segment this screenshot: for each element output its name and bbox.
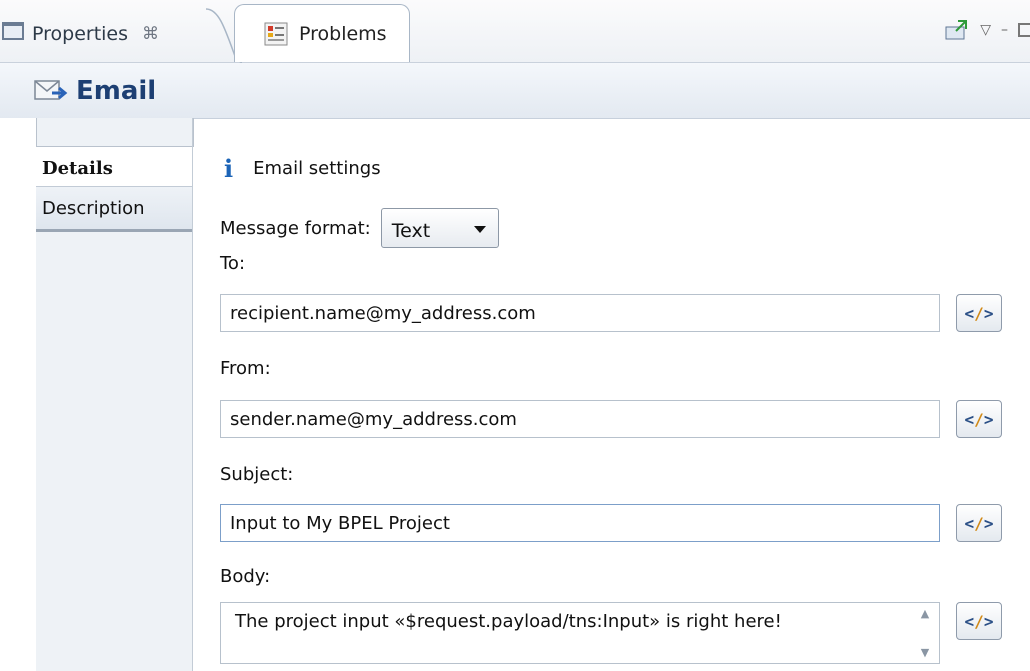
message-format-value: Text [391,220,431,242]
tab-properties[interactable]: Properties ⌘ [0,6,236,62]
to-value: recipient.name@my_address.com [230,302,536,324]
properties-icon [2,22,24,40]
scroll-up-icon[interactable]: ▲ [921,607,929,620]
section-title: Email settings [253,158,381,179]
view-toolbar: ▽ – [944,10,1030,50]
from-field[interactable]: sender.name@my_address.com [220,400,940,438]
message-format-select[interactable]: Text [380,208,499,248]
tab-details-label: Details [42,157,113,179]
tab-problems-label: Problems [299,22,387,45]
body-textarea[interactable]: The project input «$request.payload/tns:… [220,602,940,664]
from-expression-button[interactable]: </> [956,400,1002,438]
minimize-icon[interactable]: – [1001,22,1008,38]
body-expression-button[interactable]: </> [956,602,1002,640]
subject-label: Subject: [220,464,294,485]
tab-stub [36,118,194,147]
xml-expression-icon: </> [964,303,994,323]
tab-column-border [192,118,193,671]
to-label: To: [220,253,246,274]
xml-expression-icon: </> [964,611,994,631]
from-label: From: [220,358,271,379]
section-header: i Email settings [220,154,381,183]
subject-field[interactable]: Input to My BPEL Project [220,504,940,542]
tab-details[interactable]: Details [36,148,193,188]
properties-header: Email [0,63,1030,119]
to-field[interactable]: recipient.name@my_address.com [220,294,940,332]
section-tabs: Details Description [0,118,194,671]
body-scrollbar[interactable]: ▲ ▼ [917,607,933,659]
xml-expression-icon: </> [964,409,994,429]
tab-properties-label: Properties [32,23,129,45]
tab-description-label: Description [42,197,145,219]
scroll-down-icon[interactable]: ▼ [921,646,929,659]
message-format-row: Message format: Text [220,208,499,248]
tab-problems[interactable]: Problems [234,4,410,62]
problems-icon [264,22,288,45]
tab-description[interactable]: Description [36,186,193,232]
subject-value: Input to My BPEL Project [230,512,450,534]
tab-column-background [36,232,192,671]
to-expression-button[interactable]: </> [956,294,1002,332]
message-format-label: Message format: [220,217,371,239]
xml-expression-icon: </> [964,513,994,533]
view-menu-icon[interactable]: ▽ [980,22,991,38]
maximize-icon[interactable] [1018,23,1030,37]
chevron-down-icon [473,225,486,233]
body-value: The project input «$request.payload/tns:… [235,611,782,632]
view-tab-bar: Properties ⌘ Problems ▽ – [0,0,1030,63]
info-icon: i [224,154,234,183]
from-value: sender.name@my_address.com [230,408,517,430]
details-panel: i Email settings Message format: Text To… [220,118,1030,671]
email-icon [34,79,68,100]
body-label: Body: [220,566,271,587]
pin-view-icon[interactable] [944,19,970,41]
subject-expression-button[interactable]: </> [956,504,1002,542]
page-title: Email [76,75,157,106]
close-icon[interactable]: ⌘ [142,24,159,44]
